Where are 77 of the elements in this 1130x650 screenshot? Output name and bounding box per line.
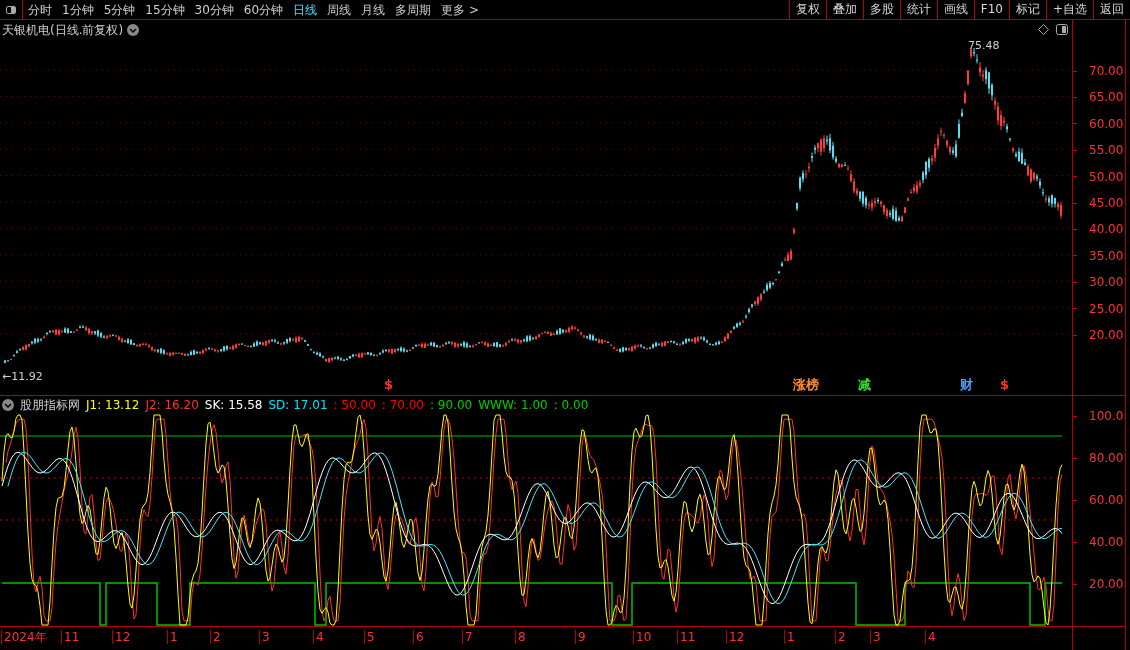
period-tab[interactable]: 多周期 (395, 0, 432, 19)
indicator-value: J1: 13.12 (86, 397, 140, 414)
date-axis-label: 1 (784, 630, 795, 644)
date-axis-label: 11 (677, 630, 696, 644)
toolbar-button[interactable]: 标记 (1008, 0, 1046, 19)
price-axis-label: 45.00 (1089, 195, 1124, 212)
event-marker[interactable]: 涨榜 (793, 378, 819, 392)
price-axis-label: 20.00 (1089, 327, 1124, 344)
date-axis-label: 9 (575, 630, 586, 644)
date-axis-label: 1 (167, 630, 178, 644)
date-axis-label: 4 (313, 630, 324, 644)
date-axis-label: 3 (870, 630, 881, 644)
date-axis-label: 2 (835, 630, 846, 644)
price-axis-label: 65.00 (1089, 89, 1124, 107)
indicator-axis-label: 100.0 (1089, 408, 1124, 425)
indicator-value: : 90.00 (430, 397, 473, 414)
toolbar-button[interactable]: 统计 (899, 0, 937, 19)
date-axis-label: 3 (259, 630, 270, 644)
indicator-value: : 70.00 (381, 397, 424, 414)
date-axis-label: 12 (726, 630, 745, 644)
period-tab[interactable]: 月线 (361, 0, 386, 19)
indicator-axis-label: 80.00 (1089, 450, 1124, 467)
indicator-value: : 50.00 (333, 397, 376, 414)
event-marker[interactable]: $ (384, 378, 394, 392)
dropdown-icon[interactable] (2, 399, 14, 411)
date-axis-label: 2024年 (1, 630, 47, 644)
price-axis-label: 50.00 (1089, 168, 1124, 186)
indicator-value: SD: 17.01 (268, 397, 328, 414)
indicator-value: WWW: 1.00 (478, 397, 548, 414)
date-axis-label: 2 (210, 630, 221, 644)
price-axis-label: 30.00 (1089, 274, 1124, 292)
date-axis-label: 7 (462, 630, 473, 644)
toolbar-button[interactable]: 多股 (862, 0, 900, 19)
date-axis-label: 6 (413, 630, 424, 644)
dropdown-icon[interactable] (127, 24, 140, 36)
price-axis-label: 55.00 (1089, 142, 1124, 160)
event-marker[interactable]: 财 (960, 378, 973, 392)
period-tab[interactable]: 周线 (327, 0, 352, 19)
indicator-axis-label: 60.00 (1089, 492, 1124, 509)
price-axis-label: 70.00 (1089, 63, 1124, 80)
diamond-icon[interactable] (1038, 24, 1049, 35)
date-axis-label: 10 (633, 630, 652, 644)
indicator-value: SK: 15.58 (204, 397, 263, 414)
indicator-axis-label: 40.00 (1089, 534, 1124, 551)
indicator-title: 股朋指标网 (20, 397, 80, 414)
chart-title: 天银机电(日线.前复权) (2, 22, 124, 39)
period-tab[interactable]: 5分钟 (103, 0, 136, 19)
indicator-value: J2: 16.20 (145, 397, 199, 414)
period-tab[interactable]: 分时 (28, 0, 52, 19)
indicator-axis-label: 20.00 (1089, 576, 1124, 593)
period-tab[interactable]: 1分钟 (62, 0, 94, 19)
price-axis-label: 35.00 (1089, 247, 1124, 265)
toolbar-button[interactable]: F10 (973, 0, 1009, 19)
period-tab[interactable]: 更多 > (441, 0, 479, 19)
price-axis-label: 60.00 (1089, 115, 1124, 133)
price-axis-label: 40.00 (1089, 221, 1124, 239)
indicator-value: : 0.00 (553, 397, 589, 414)
period-tab[interactable]: 30分钟 (194, 0, 234, 19)
toolbar-button[interactable]: 画线 (936, 0, 974, 19)
toolbar-button[interactable]: 复权 (788, 0, 826, 19)
event-marker[interactable]: $ (1000, 378, 1010, 392)
date-axis-label: 8 (515, 630, 526, 644)
date-axis-label: 4 (925, 630, 936, 644)
date-axis-label: 5 (364, 630, 375, 644)
toolbar-button[interactable]: +自选 (1045, 0, 1093, 19)
period-tab[interactable]: 60分钟 (243, 0, 284, 19)
panel-toggle-icon[interactable] (1056, 24, 1068, 35)
price-axis-label: 25.00 (1089, 300, 1124, 318)
event-marker[interactable]: 减 (858, 378, 871, 392)
period-tab[interactable]: 15分钟 (145, 0, 185, 19)
date-axis-label: 11 (61, 630, 80, 644)
period-tab[interactable]: 日线 (293, 0, 318, 19)
toolbar-button[interactable]: 叠加 (825, 0, 863, 19)
date-axis-label: 12 (112, 630, 131, 644)
toolbar-button[interactable]: 返回 (1093, 0, 1130, 19)
high-price-label: 75.48 (968, 38, 1000, 54)
low-price-label: ←11.92 (2, 369, 43, 385)
